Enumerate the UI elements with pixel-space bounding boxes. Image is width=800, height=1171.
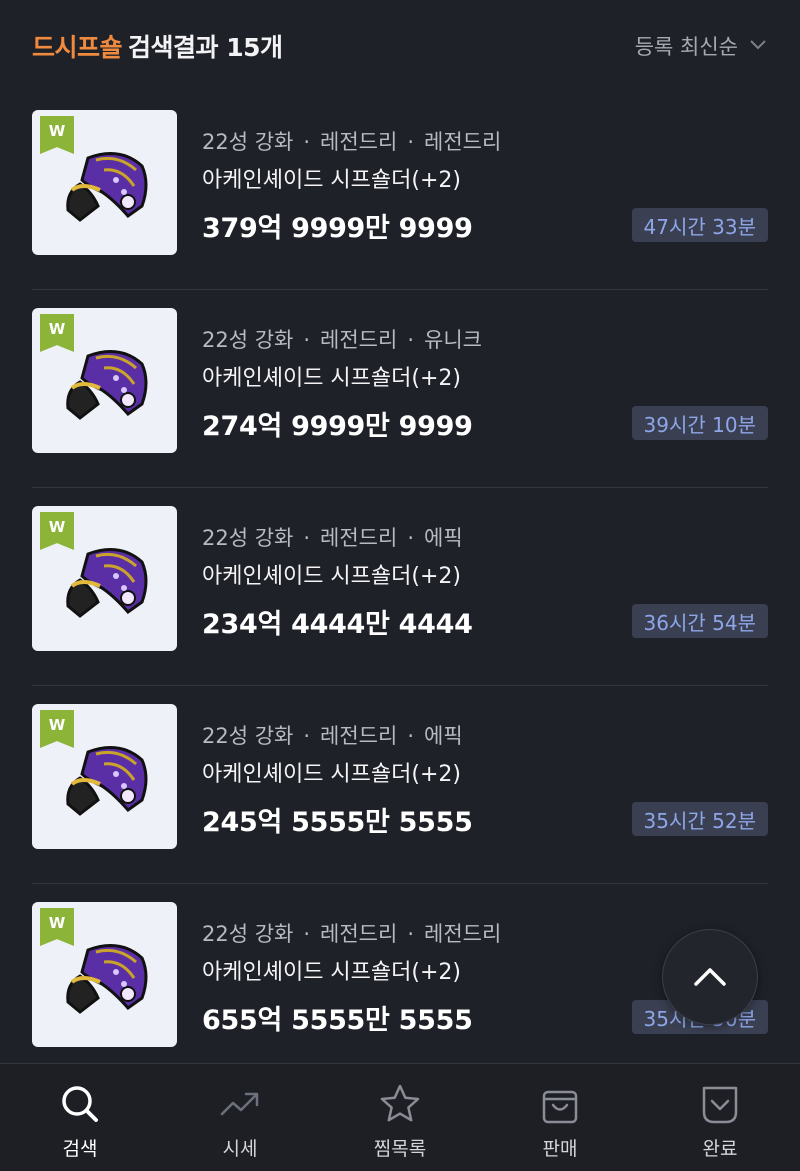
list-item[interactable]: W 22성 강화 · 레전드리 · 에픽 아케인셰이드 시프숄더(+2) 245억 55… <box>32 686 768 884</box>
item-name: 아케인셰이드 시프숄더(+2) <box>202 366 461 391</box>
nav-label: 찜목록 <box>373 1138 427 1160</box>
nav-label: 시세 <box>222 1138 258 1160</box>
item-tags: 22성 강화 · 레전드리 · 유니크 <box>202 324 482 354</box>
tag-potential: 레전드리 <box>320 328 398 352</box>
check-box-icon <box>702 1086 738 1124</box>
tag-separator: · <box>407 130 415 154</box>
tag-separator: · <box>407 526 415 550</box>
tag-star-force: 22성 강화 <box>202 130 294 154</box>
item-list: W 22성 강화 · 레전드리 · 레전드리 아케인셰이드 시프숄더(+2) 379억 … <box>0 92 800 1082</box>
nav-item-complete[interactable]: 완료 <box>640 1064 800 1171</box>
tag-additional-potential: 레전드리 <box>424 130 502 154</box>
tag-star-force: 22성 강화 <box>202 922 294 946</box>
time-remaining-badge: 47시간 33분 <box>631 208 768 242</box>
item-name: 아케인셰이드 시프숄더(+2) <box>202 168 461 193</box>
item-tags: 22성 강화 · 레전드리 · 에픽 <box>202 720 463 750</box>
item-price: 655억 5555만 5555 <box>202 1005 473 1036</box>
item-thumbnail: W <box>32 110 177 255</box>
scroll-to-top-button[interactable] <box>662 929 758 1025</box>
tag-additional-potential: 레전드리 <box>424 922 502 946</box>
tag-potential: 레전드리 <box>320 130 398 154</box>
item-name: 아케인셰이드 시프숄더(+2) <box>202 960 461 985</box>
item-name: 아케인셰이드 시프숄더(+2) <box>202 762 461 787</box>
item-thumbnail: W <box>32 308 177 453</box>
tag-separator: · <box>303 130 311 154</box>
tag-additional-potential: 에픽 <box>424 526 463 550</box>
tag-separator: · <box>303 724 311 748</box>
item-thumbnail: W <box>32 704 177 849</box>
item-tags: 22성 강화 · 레전드리 · 레전드리 <box>202 918 501 948</box>
bag-icon <box>542 1090 578 1124</box>
time-remaining-badge: 36시간 54분 <box>631 604 768 638</box>
tag-separator: · <box>303 526 311 550</box>
sort-dropdown[interactable]: 등록 최신순 <box>635 31 768 61</box>
item-image <box>66 548 148 618</box>
nav-item-sell[interactable]: 판매 <box>480 1064 640 1171</box>
time-remaining-badge: 39시간 10분 <box>631 406 768 440</box>
item-image <box>66 152 148 222</box>
search-keyword: 드시프숄 <box>32 33 123 62</box>
item-name: 아케인셰이드 시프숄더(+2) <box>202 564 461 589</box>
list-item[interactable]: W 22성 강화 · 레전드리 · 레전드리 아케인셰이드 시프숄더(+2) 379억 … <box>32 92 768 290</box>
item-tags: 22성 강화 · 레전드리 · 레전드리 <box>202 126 501 156</box>
item-price: 245억 5555만 5555 <box>202 807 473 838</box>
tag-additional-potential: 에픽 <box>424 724 463 748</box>
time-remaining-badge: 35시간 52분 <box>631 802 768 836</box>
item-thumbnail: W <box>32 902 177 1047</box>
item-price: 274억 9999만 9999 <box>202 411 473 442</box>
tag-separator: · <box>303 922 311 946</box>
tag-potential: 레전드리 <box>320 922 398 946</box>
tag-separator: · <box>303 328 311 352</box>
app-screen: 드시프숄 검색결과 15개 등록 최신순 W 22성 강화 · 레전드리 · 레전드리 아… <box>0 0 800 1171</box>
nav-item-search[interactable]: 검색 <box>0 1064 160 1171</box>
list-item[interactable]: W 22성 강화 · 레전드리 · 레전드리 아케인셰이드 시프숄더(+2) 655억 … <box>32 884 768 1082</box>
sort-label: 등록 최신순 <box>634 35 738 59</box>
star-icon <box>380 1084 420 1122</box>
tag-star-force: 22성 강화 <box>202 724 294 748</box>
list-item[interactable]: W 22성 강화 · 레전드리 · 유니크 아케인셰이드 시프숄더(+2) 274억 9… <box>32 290 768 488</box>
result-count: 검색결과 15개 <box>128 33 283 62</box>
chevron-up-icon <box>694 968 726 986</box>
item-price: 234억 4444만 4444 <box>202 609 473 640</box>
item-tags: 22성 강화 · 레전드리 · 에픽 <box>202 522 463 552</box>
trend-icon <box>220 1092 259 1116</box>
tag-star-force: 22성 강화 <box>202 328 294 352</box>
nav-item-market-price[interactable]: 시세 <box>160 1064 320 1171</box>
nav-item-wishlist[interactable]: 찜목록 <box>320 1064 480 1171</box>
tag-potential: 레전드리 <box>320 724 398 748</box>
tag-star-force: 22성 강화 <box>202 526 294 550</box>
nav-label: 판매 <box>542 1138 578 1160</box>
search-header: 드시프숄 검색결과 15개 등록 최신순 <box>0 0 800 92</box>
tag-potential: 레전드리 <box>320 526 398 550</box>
chevron-down-icon <box>748 34 768 59</box>
item-image <box>66 944 148 1014</box>
tag-additional-potential: 유니크 <box>424 328 482 352</box>
item-image <box>66 746 148 816</box>
tag-separator: · <box>407 328 415 352</box>
nav-label: 완료 <box>702 1138 738 1160</box>
search-icon <box>62 1086 98 1122</box>
result-title: 드시프숄 검색결과 15개 <box>32 28 283 64</box>
list-item[interactable]: W 22성 강화 · 레전드리 · 에픽 아케인셰이드 시프숄더(+2) 234억 44… <box>32 488 768 686</box>
nav-label: 검색 <box>62 1138 98 1160</box>
item-thumbnail: W <box>32 506 177 651</box>
bottom-nav: 검색 시세 찜목록 판매 완료 <box>0 1063 800 1171</box>
tag-separator: · <box>407 922 415 946</box>
item-image <box>66 350 148 420</box>
tag-separator: · <box>407 724 415 748</box>
item-price: 379억 9999만 9999 <box>202 213 473 244</box>
